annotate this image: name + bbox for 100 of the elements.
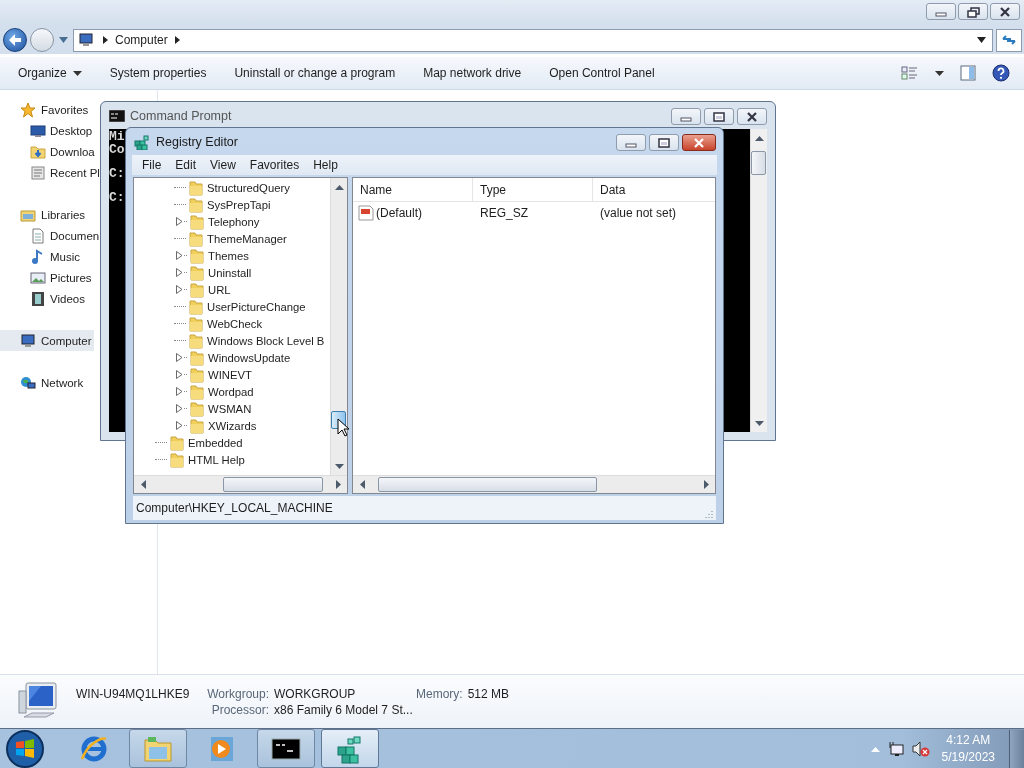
tree-item[interactable]: WINEVT (134, 366, 252, 383)
expand-arrow-icon[interactable] (176, 285, 183, 294)
toolbar-button[interactable]: Organize (4, 62, 96, 84)
expand-arrow-icon[interactable] (176, 251, 183, 260)
scroll-left-arrow-icon[interactable] (139, 480, 146, 489)
help-icon[interactable] (992, 64, 1010, 82)
tree-item[interactable]: ThemeManager (134, 230, 287, 247)
string-value-icon (358, 205, 374, 221)
scroll-up-arrow-icon[interactable] (755, 134, 764, 141)
tree-item[interactable]: Embedded (134, 434, 243, 451)
column-header[interactable]: Name (353, 178, 473, 201)
value-name[interactable]: (Default) (376, 206, 422, 220)
scroll-thumb[interactable] (223, 477, 323, 492)
expand-arrow-icon[interactable] (176, 421, 183, 430)
tree-item[interactable]: WebCheck (134, 315, 263, 332)
toolbar-button[interactable]: Uninstall or change a program (220, 62, 410, 84)
tree-item[interactable]: HTML Help (134, 451, 245, 468)
scroll-down-arrow-icon[interactable] (755, 420, 764, 427)
scroll-right-arrow-icon[interactable] (703, 480, 710, 489)
start-button[interactable] (5, 728, 45, 768)
nav-item[interactable]: Libraries (0, 204, 88, 225)
expand-arrow-icon[interactable] (176, 404, 183, 413)
tree-item[interactable]: SysPrepTapi (134, 196, 271, 213)
nav-item[interactable]: Downloa (0, 141, 97, 162)
network-monitor-icon[interactable] (887, 740, 904, 757)
nav-item[interactable]: Favorites (0, 99, 91, 120)
scroll-down-arrow-icon[interactable] (335, 463, 344, 470)
nav-item[interactable]: Network (0, 372, 86, 393)
nav-item[interactable]: Pictures (0, 267, 94, 288)
vertical-scrollbar[interactable] (330, 178, 347, 475)
nav-item[interactable]: Recent Pl (0, 162, 102, 183)
expand-arrow-icon[interactable] (176, 353, 183, 362)
show-desktop-button[interactable] (1009, 729, 1024, 768)
tree-item[interactable]: WSMAN (134, 400, 252, 417)
details-label: Workgroup: (206, 686, 269, 701)
expand-arrow-icon[interactable] (176, 387, 183, 396)
nav-item[interactable]: Desktop (0, 120, 95, 141)
scroll-left-arrow-icon[interactable] (358, 480, 365, 489)
folder-icon (189, 281, 205, 298)
expand-arrow-icon[interactable] (176, 268, 183, 277)
menu-item[interactable]: File (135, 156, 169, 174)
folder-icon (189, 383, 205, 400)
scroll-thumb[interactable] (751, 151, 766, 175)
computer-name: WIN-U94MQ1LHKE9 (76, 686, 191, 701)
toolbar-button[interactable]: Open Control Panel (535, 62, 669, 84)
back-button[interactable] (3, 28, 27, 52)
dropdown-arrow-icon[interactable] (935, 70, 944, 76)
nav-item[interactable]: Computer (0, 330, 94, 351)
menu-item[interactable]: View (203, 156, 243, 174)
speaker-icon[interactable] (911, 740, 930, 757)
menu-item[interactable]: Edit (168, 156, 204, 174)
horizontal-scrollbar[interactable] (134, 475, 347, 493)
refresh-icon[interactable] (1001, 33, 1017, 47)
close-button[interactable] (682, 134, 716, 151)
breadcrumb-item[interactable]: Computer (115, 33, 168, 47)
tree-item[interactable]: Windows Block Level B (134, 332, 325, 349)
expand-arrow-icon[interactable] (176, 217, 183, 226)
nav-item[interactable]: Music (0, 246, 83, 267)
resize-grip-icon[interactable] (703, 508, 713, 518)
tree-item[interactable]: Uninstall (134, 264, 252, 281)
toolbar-button[interactable]: Map network drive (409, 62, 536, 84)
column-header[interactable]: Data (593, 178, 715, 201)
tree-item[interactable]: URL (134, 281, 231, 298)
breadcrumb-arrow-icon[interactable] (174, 36, 180, 44)
console-text: C: (109, 191, 125, 204)
tree-item[interactable]: Wordpad (134, 383, 254, 400)
tree-item[interactable]: Telephony (134, 213, 260, 230)
tree-item[interactable]: StructuredQuery (134, 179, 290, 196)
pictures-icon (30, 269, 46, 286)
menu-item[interactable]: Favorites (242, 156, 307, 174)
dropdown-arrow-icon[interactable] (977, 37, 986, 43)
scroll-up-arrow-icon[interactable] (335, 183, 344, 190)
vertical-scrollbar[interactable] (750, 129, 767, 432)
breadcrumb-arrow-icon[interactable] (103, 36, 108, 44)
expand-arrow-icon[interactable] (176, 370, 183, 379)
folder-icon (188, 230, 204, 247)
column-header[interactable]: Type (473, 178, 593, 201)
tree-item[interactable]: Themes (134, 247, 249, 264)
nav-item[interactable]: Videos (0, 288, 87, 309)
folder-icon (189, 247, 205, 264)
address-bar[interactable]: Computer (73, 28, 993, 52)
folder-icon (189, 417, 205, 434)
folder-icon (169, 434, 185, 451)
refresh-button[interactable] (996, 28, 1022, 52)
console-icon (109, 109, 125, 122)
menu-item[interactable]: Help (306, 156, 345, 174)
back-arrow-icon[interactable] (8, 34, 22, 46)
tree-item[interactable]: XWizards (134, 417, 257, 434)
folder-icon (189, 400, 205, 417)
folder-icon (189, 213, 205, 230)
toolbar-button[interactable]: System properties (95, 62, 221, 84)
tree-item[interactable]: WindowsUpdate (134, 349, 291, 366)
folder-icon (189, 366, 205, 383)
tree-item[interactable]: UserPictureChange (134, 298, 306, 315)
horizontal-scrollbar[interactable] (353, 475, 715, 493)
scroll-right-arrow-icon[interactable] (335, 480, 342, 489)
details-label: Memory: (416, 686, 463, 701)
scroll-thumb[interactable] (378, 477, 597, 492)
nav-item[interactable]: Documen (0, 225, 102, 246)
taskbar-button[interactable] (257, 729, 315, 768)
